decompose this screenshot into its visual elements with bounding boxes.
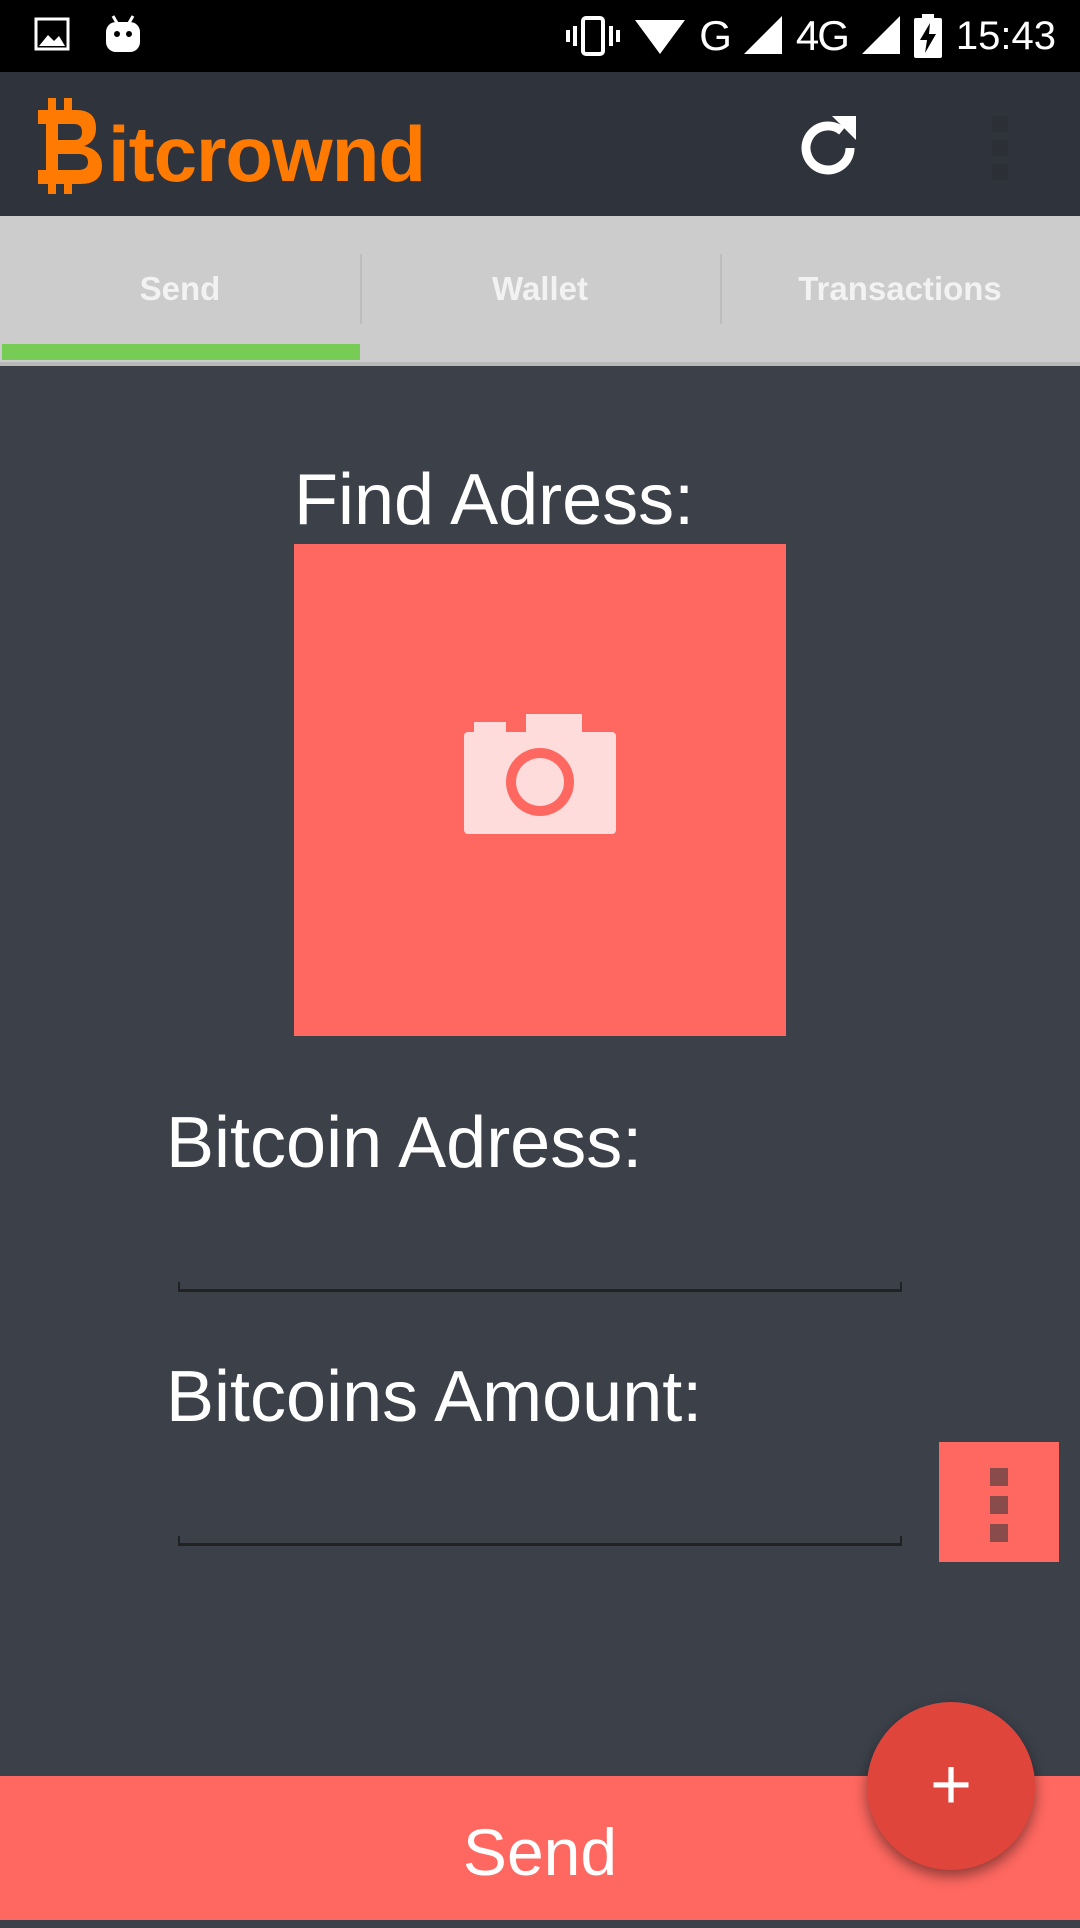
camera-icon	[464, 714, 616, 834]
vibrate-icon	[566, 16, 621, 56]
wifi-icon	[635, 20, 686, 54]
bitcoins-amount-label: Bitcoins Amount:	[166, 1357, 703, 1437]
app-logo: itcrownd	[34, 94, 426, 198]
add-fab-button[interactable]: +	[867, 1702, 1035, 1870]
signal-icon	[743, 16, 782, 54]
more-vert-icon	[990, 1468, 1008, 1486]
overflow-menu-icon[interactable]	[990, 116, 1010, 184]
tab-send[interactable]: Send	[0, 216, 360, 362]
battery-charging-icon	[913, 14, 942, 58]
app-bar: itcrownd	[0, 72, 1080, 216]
tab-selected-indicator	[2, 344, 360, 360]
scan-qr-button[interactable]	[294, 544, 786, 1036]
bitcoin-address-label: Bitcoin Adress:	[166, 1103, 643, 1183]
bitcoin-address-input[interactable]	[178, 1282, 902, 1292]
bitcoins-amount-input[interactable]	[178, 1536, 902, 1546]
image-notification-icon	[34, 17, 70, 51]
tab-bar: Send Wallet Transactions	[0, 216, 1080, 366]
signal-icon-2	[861, 16, 900, 54]
network-type-4g: 4G	[795, 12, 850, 59]
find-address-label: Find Adress:	[294, 460, 695, 540]
amount-options-button[interactable]	[939, 1442, 1059, 1562]
tab-wallet[interactable]: Wallet	[360, 216, 720, 362]
app-logo-text: itcrownd	[108, 110, 426, 198]
bitcoin-b-logo-icon	[38, 98, 102, 194]
network-type-g: G	[699, 12, 732, 59]
more-vert-icon-dot	[990, 1496, 1008, 1514]
android-notification-icon	[106, 15, 140, 52]
tab-transactions[interactable]: Transactions	[720, 216, 1080, 362]
more-vert-icon-dot	[990, 1524, 1008, 1542]
clock: 15:43	[955, 13, 1056, 58]
refresh-icon[interactable]	[790, 110, 866, 186]
status-bar: G 4G 15:43	[0, 0, 1080, 72]
